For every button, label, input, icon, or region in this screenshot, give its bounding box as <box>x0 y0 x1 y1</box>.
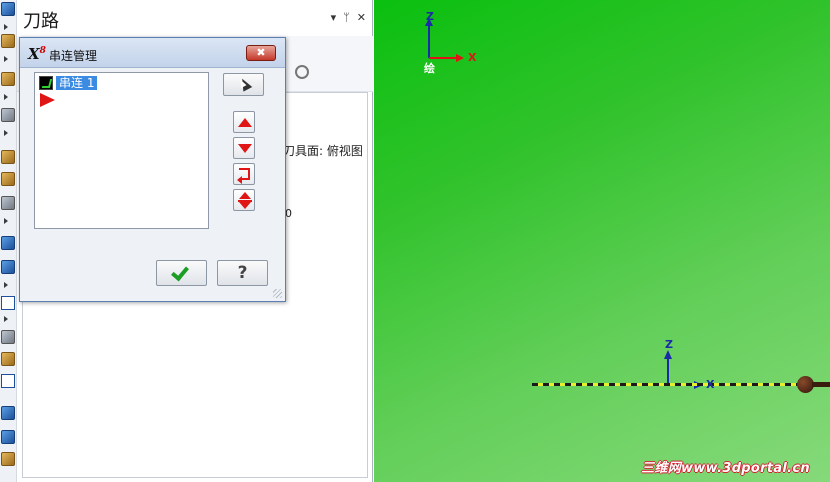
toolbar-tool-icon-6[interactable] <box>1 172 15 186</box>
toolbar-expand-icon[interactable] <box>4 316 8 322</box>
arrow-up-icon <box>238 118 252 127</box>
chain-geometry[interactable] <box>532 383 822 386</box>
tool-plane-label: 刀具面: 俯视图 <box>283 144 363 158</box>
toolbar-tool-icon-8[interactable] <box>1 236 15 250</box>
origin-axis-z-label: Z <box>665 338 673 351</box>
tree-value: 0 <box>285 207 292 220</box>
toolbar-expand-icon[interactable] <box>4 56 8 62</box>
top-axis-z-label: Z <box>426 10 434 23</box>
toolbar-expand-icon[interactable] <box>4 130 8 136</box>
toolbar-expand-icon[interactable] <box>4 24 8 30</box>
toolbar-expand-icon[interactable] <box>4 94 8 100</box>
toolbar-tool-icon-1[interactable] <box>1 2 15 16</box>
panel-menu-icon[interactable]: ▾ <box>331 11 337 24</box>
chain-list[interactable]: 串连 1 <box>34 72 209 229</box>
toolbar-tool-icon-11[interactable] <box>1 330 15 344</box>
list-item[interactable]: 串连 1 <box>39 76 98 90</box>
chain-item-label: 串连 1 <box>56 76 98 90</box>
reverse-arrow-icon <box>237 176 242 184</box>
chain-direction-marker <box>812 382 830 387</box>
app-logo-icon: X8 <box>28 45 46 63</box>
move-up-button[interactable] <box>233 111 255 133</box>
dialog-title: 串连管理 <box>49 49 98 63</box>
toolbar-expand-icon[interactable] <box>4 282 8 288</box>
toolbar-tool-icon-5[interactable] <box>1 150 15 164</box>
toolbar-expand-icon[interactable] <box>4 218 8 224</box>
watermark: 三维网www.3dportal.cn <box>641 461 810 476</box>
top-axis-x-label: X <box>468 51 477 64</box>
panel-pin-icon[interactable]: ᛘ <box>343 11 350 24</box>
view-name-label: 绘 <box>424 62 435 75</box>
chain-icon <box>39 76 53 90</box>
chain-start-flag-icon <box>40 93 55 107</box>
panel-title: 刀路 <box>23 11 59 32</box>
toolbar-tool-icon-4[interactable] <box>1 108 15 122</box>
graphics-viewport[interactable]: Z X 绘 Z X 三维网www.3dportal.cn <box>374 0 830 482</box>
viewport-overlay <box>425 18 703 389</box>
ok-button[interactable] <box>156 260 207 286</box>
panel-controls: ▾ ᛘ ✕ <box>331 11 366 24</box>
down-arrow-icon <box>239 202 251 209</box>
toolbar-tool-icon-15[interactable] <box>1 430 15 444</box>
change-direction-button[interactable] <box>233 189 255 211</box>
view-axes-icon <box>425 18 464 62</box>
toolbar-tool-icon-2[interactable] <box>1 34 15 48</box>
toolbar-tool-icon-3[interactable] <box>1 72 15 86</box>
panel-close-icon[interactable]: ✕ <box>357 11 366 24</box>
toolbar-tool-icon-7[interactable] <box>1 196 15 210</box>
close-button[interactable]: ✖ <box>246 45 276 61</box>
toolbar-tool-icon-9[interactable] <box>1 260 15 274</box>
help-button[interactable]: ? <box>217 260 268 286</box>
arrow-down-icon <box>238 144 252 153</box>
chain-manager-dialog: X8 串连管理 ✖ 串连 1 ? <box>19 37 286 302</box>
dialog-titlebar[interactable]: X8 串连管理 ✖ <box>20 38 285 68</box>
reverse-chain-button[interactable] <box>233 163 255 185</box>
toolbar-tool-icon-14[interactable] <box>1 406 15 420</box>
move-down-button[interactable] <box>233 137 255 159</box>
select-chain-button[interactable] <box>223 73 264 96</box>
up-arrow-icon <box>239 192 251 199</box>
toolbar-tool-icon-16[interactable] <box>1 452 15 466</box>
toolbar-tool-icon-13[interactable] <box>1 374 15 388</box>
origin-axis-x-label: X <box>706 378 715 391</box>
left-toolbar <box>0 0 17 482</box>
toolbar-tool-icon-12[interactable] <box>1 352 15 366</box>
toolbar-tool-icon-10[interactable] <box>1 296 15 310</box>
display-toggle-icon[interactable] <box>295 65 309 79</box>
checkmark-icon <box>171 262 189 282</box>
resize-grip-icon[interactable] <box>273 289 282 298</box>
